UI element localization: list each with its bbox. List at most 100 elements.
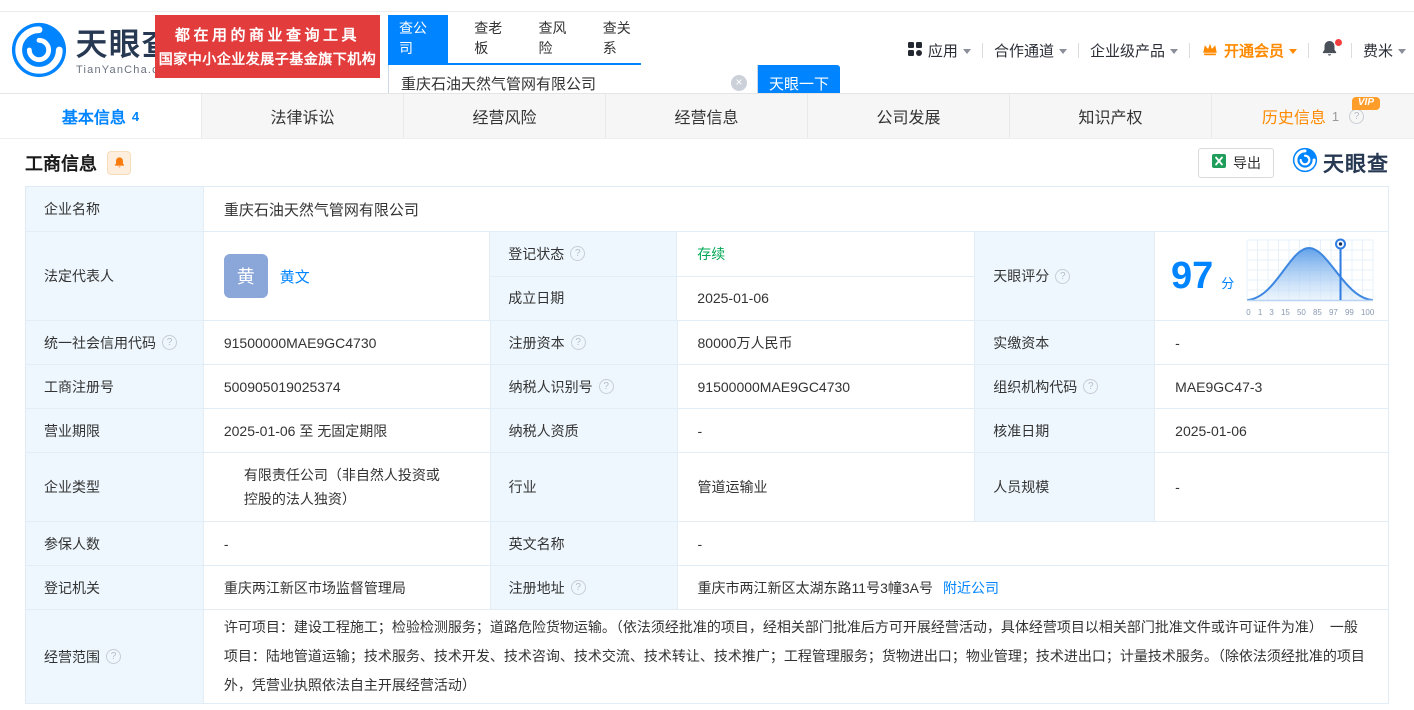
help-icon[interactable]: [570, 335, 586, 350]
help-icon[interactable]: [162, 335, 177, 350]
menu-vip-label: 开通会员: [1223, 43, 1284, 60]
business-term-value: 2025-01-06 至 无固定期限: [203, 409, 491, 453]
business-info-section-header: 工商信息 导出 天眼查: [0, 139, 1414, 186]
help-icon[interactable]: [1083, 379, 1099, 394]
chevron-down-icon: [1288, 49, 1297, 54]
org-code-value: MAE9GC47-3: [1155, 365, 1389, 409]
menu-vip[interactable]: 开通会员: [1201, 40, 1297, 61]
field-label: 法定代表人: [26, 232, 204, 321]
menu-divider: [1307, 43, 1309, 58]
user-menu[interactable]: 费米: [1363, 40, 1406, 61]
tab-label: 经营信息: [674, 110, 739, 127]
field-label: 参保人数: [26, 522, 204, 566]
tab-basic-info[interactable]: 基本信息 4: [0, 94, 202, 138]
company-type-text: 有限责任公司（非自然人投资或控股的法人独资）: [243, 466, 440, 508]
menu-enterprise[interactable]: 企业级产品: [1090, 40, 1178, 61]
field-label: 营业期限: [26, 409, 204, 453]
vip-badge: VIP: [1351, 97, 1380, 110]
help-icon[interactable]: [106, 649, 121, 664]
axis-tick: 1: [1257, 307, 1263, 317]
field-label: 注册资本: [490, 321, 678, 365]
help-icon[interactable]: [598, 379, 614, 394]
field-label: 行业: [490, 453, 678, 522]
field-label-text: 纳税人识别号: [508, 378, 593, 395]
table-row: 登记机关 重庆两江新区市场监督管理局 注册地址 重庆市两江新区太湖东路11号3幢…: [26, 566, 1389, 610]
field-label: 经营范围: [26, 610, 204, 704]
monitor-bell-button[interactable]: [107, 150, 131, 175]
tab-history-info[interactable]: VIP 历史信息 1: [1212, 94, 1414, 138]
tab-count: 4: [131, 108, 140, 124]
reg-address-value: 重庆市两江新区太湖东路11号3幢3A号: [697, 579, 933, 596]
score-unit: 分: [1221, 275, 1235, 291]
company-nav-tabs: 基本信息 4 法律诉讼 经营风险 经营信息 公司发展 知识产权 VIP 历史信息…: [0, 93, 1414, 139]
menu-apps[interactable]: 应用: [907, 40, 971, 61]
table-row: 经营范围 许可项目：建设工程施工；检验检测服务；道路危险货物运输。（依法须经批准…: [26, 610, 1389, 704]
help-icon[interactable]: [1055, 268, 1071, 284]
tab-label: 历史信息: [1261, 110, 1326, 127]
table-row: 营业期限 2025-01-06 至 无固定期限 纳税人资质 - 核准日期 202…: [26, 409, 1389, 453]
staff-size-value: -: [1155, 453, 1389, 522]
credit-code-value: 91500000MAE9GC4730: [203, 321, 491, 365]
search-tab-boss[interactable]: 查老板: [474, 15, 512, 63]
tab-operating-risk[interactable]: 经营风险: [404, 94, 606, 138]
banner-line1: 都在用的商业查询工具: [174, 27, 360, 44]
table-row: 法定代表人 黄 黄文 登记状态 存续 成立日期 2025-01-06: [26, 232, 1389, 321]
table-row: 企业类型 有限责任公司（非自然人投资或控股的法人独资） 行业 管道运输业 人员规…: [26, 453, 1389, 522]
field-label: 统一社会信用代码: [26, 321, 204, 365]
apps-grid-icon: [907, 41, 923, 61]
menu-divider: [981, 43, 983, 58]
chevron-down-icon: [1169, 49, 1178, 54]
search-tab-risk[interactable]: 查风险: [539, 15, 577, 63]
field-label-text: 经营范围: [44, 648, 100, 665]
reg-authority-value: 重庆两江新区市场监督管理局: [203, 566, 491, 610]
field-label: 登记状态: [490, 232, 678, 277]
banner-line2: 国家中小企业发展子基金旗下机构: [158, 51, 377, 67]
menu-partner[interactable]: 合作通道: [994, 40, 1067, 61]
axis-tick: 97: [1328, 307, 1338, 317]
legal-rep-link[interactable]: 黄文: [280, 266, 310, 287]
bell-icon: [114, 157, 124, 168]
tab-operating-info[interactable]: 经营信息: [606, 94, 808, 138]
tab-company-development[interactable]: 公司发展: [808, 94, 1010, 138]
help-icon[interactable]: [1349, 108, 1365, 124]
avatar[interactable]: 黄: [223, 254, 268, 298]
crown-icon: [1201, 41, 1219, 61]
notifications-button[interactable]: [1320, 38, 1342, 61]
axis-tick: 15: [1280, 307, 1290, 317]
export-button[interactable]: 导出: [1198, 147, 1274, 178]
nearby-companies-link[interactable]: 附近公司: [943, 578, 999, 598]
clear-search-icon[interactable]: [731, 75, 747, 91]
tab-label: 基本信息: [61, 110, 126, 127]
axis-tick: 100: [1360, 307, 1375, 317]
axis-tick: 99: [1344, 307, 1354, 317]
tab-label: 公司发展: [876, 110, 941, 127]
help-icon[interactable]: [570, 246, 586, 262]
help-icon[interactable]: [570, 580, 586, 595]
field-label: 登记机关: [26, 566, 204, 610]
reg-address-cell: 重庆市两江新区太湖东路11号3幢3A号 附近公司: [677, 566, 1389, 610]
tab-label: 法律诉讼: [270, 110, 335, 127]
approval-date-value: 2025-01-06: [1155, 409, 1389, 453]
search-tab-company[interactable]: 查公司: [388, 15, 449, 63]
score-value: 97: [1171, 255, 1214, 297]
tab-label: 知识产权: [1078, 110, 1143, 127]
site-logo[interactable]: 天眼查 TianYanCha.com: [10, 21, 177, 84]
tianyancha-company-page: 天眼查 TianYanCha.com 都在用的商业查询工具 国家中小企业发展子基…: [0, 0, 1414, 710]
field-label: 天眼评分: [975, 232, 1155, 321]
search-tab-relation[interactable]: 查关系: [603, 15, 641, 63]
menu-enterprise-label: 企业级产品: [1089, 43, 1165, 60]
field-label-text: 注册资本: [508, 334, 565, 351]
top-divider: [0, 11, 1414, 12]
taxpayer-quality-value: -: [677, 409, 976, 453]
export-label: 导出: [1233, 154, 1261, 171]
search-input[interactable]: [389, 74, 731, 92]
menu-partner-label: 合作通道: [993, 43, 1054, 60]
company-type-value: 有限责任公司（非自然人投资或控股的法人独资）: [203, 453, 491, 522]
reg-status-value: 存续: [677, 232, 976, 277]
chevron-down-icon: [1398, 49, 1406, 54]
menu-apps-label: 应用: [927, 43, 958, 60]
chevron-down-icon: [962, 49, 971, 54]
tab-legal-proceedings[interactable]: 法律诉讼: [202, 94, 404, 138]
axis-tick: 85: [1312, 307, 1322, 317]
tab-intellectual-property[interactable]: 知识产权: [1010, 94, 1212, 138]
